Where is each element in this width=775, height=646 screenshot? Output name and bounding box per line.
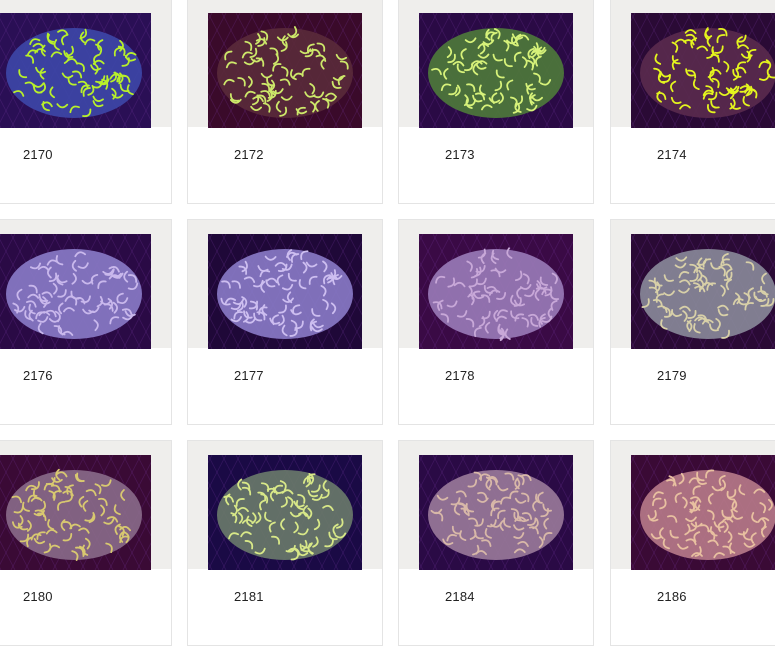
product-number[interactable]: 2174 [657,147,687,162]
coral-photo[interactable] [631,13,775,128]
product-number[interactable]: 2172 [234,147,264,162]
coral-photo[interactable] [0,13,151,128]
product-number[interactable]: 2186 [657,589,687,604]
product-card[interactable]: 2186 [610,440,775,646]
product-number[interactable]: 2180 [23,589,53,604]
product-card[interactable]: 2176 [0,219,172,425]
product-number[interactable]: 2173 [445,147,475,162]
product-number[interactable]: 2177 [234,368,264,383]
product-grid: 2170 2172 2173 2174 2176 2177 2178 2179 [0,0,775,646]
coral-photo[interactable] [631,234,775,349]
product-number[interactable]: 2176 [23,368,53,383]
product-number[interactable]: 2184 [445,589,475,604]
product-number[interactable]: 2178 [445,368,475,383]
product-card[interactable]: 2181 [187,440,383,646]
product-card[interactable]: 2180 [0,440,172,646]
product-card[interactable]: 2177 [187,219,383,425]
product-card[interactable]: 2184 [398,440,594,646]
product-card[interactable]: 2179 [610,219,775,425]
coral-photo[interactable] [208,13,362,128]
product-number[interactable]: 2179 [657,368,687,383]
product-card[interactable]: 2172 [187,0,383,204]
coral-photo[interactable] [0,455,151,570]
product-number[interactable]: 2170 [23,147,53,162]
product-card[interactable]: 2178 [398,219,594,425]
coral-photo[interactable] [631,455,775,570]
product-card[interactable]: 2173 [398,0,594,204]
coral-photo[interactable] [419,234,573,349]
coral-photo[interactable] [419,455,573,570]
coral-photo[interactable] [0,234,151,349]
coral-photo[interactable] [208,234,362,349]
product-number[interactable]: 2181 [234,589,264,604]
product-card[interactable]: 2174 [610,0,775,204]
coral-photo[interactable] [208,455,362,570]
coral-photo[interactable] [419,13,573,128]
product-card[interactable]: 2170 [0,0,172,204]
